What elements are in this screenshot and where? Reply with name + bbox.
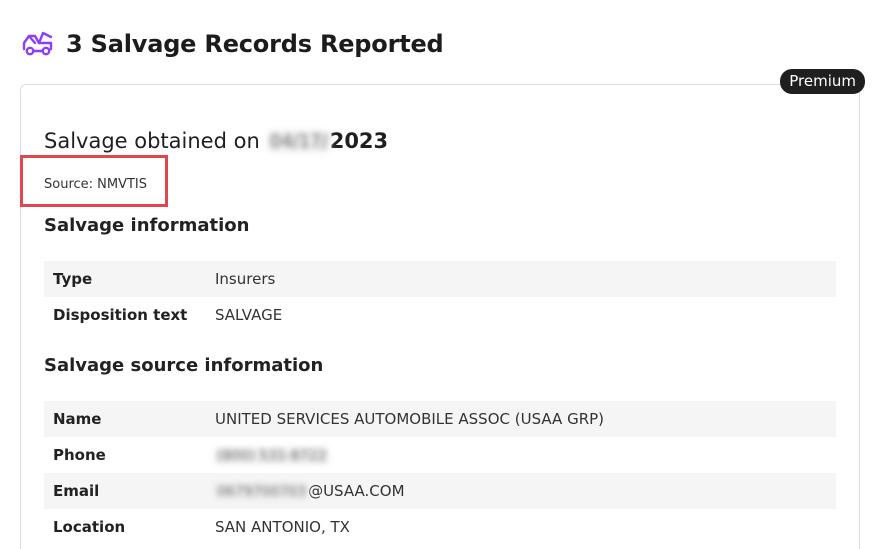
row-label: Disposition text bbox=[53, 306, 188, 324]
tow-truck-icon bbox=[20, 26, 56, 62]
row-value: (800) 531-8722 bbox=[215, 446, 329, 464]
source-info-title: Salvage source information bbox=[44, 355, 324, 376]
salvage-year: 2023 bbox=[329, 129, 389, 153]
row-value: UNITED SERVICES AUTOMOBILE ASSOC (USAA G… bbox=[215, 410, 605, 428]
table-row: Type Insurers bbox=[44, 261, 836, 297]
source-info-table: Name UNITED SERVICES AUTOMOBILE ASSOC (U… bbox=[44, 401, 836, 545]
table-row: Disposition text SALVAGE bbox=[44, 297, 836, 333]
salvage-record-card: Premium Salvage obtained on 04/17/ 2023 … bbox=[20, 69, 865, 549]
row-label: Phone bbox=[53, 446, 106, 464]
redacted-date: 04/17/ bbox=[267, 130, 330, 152]
table-row: Email 0679700703 @USAA.COM bbox=[44, 473, 836, 509]
source-label: Source: NMVTIS bbox=[44, 177, 148, 192]
redacted-phone: (800) 531-8722 bbox=[215, 448, 329, 464]
row-value: 0679700703 @USAA.COM bbox=[215, 482, 405, 500]
email-domain: @USAA.COM bbox=[308, 482, 405, 500]
salvage-date-heading: Salvage obtained on 04/17/ 2023 bbox=[44, 129, 388, 153]
redacted-email: 0679700703 bbox=[215, 484, 309, 500]
table-row: Location SAN ANTONIO, TX bbox=[44, 509, 836, 545]
row-label: Name bbox=[53, 410, 102, 428]
salvage-info-title: Salvage information bbox=[44, 215, 250, 236]
salvage-prefix: Salvage obtained on bbox=[44, 129, 260, 153]
salvage-info-table: Type Insurers Disposition text SALVAGE bbox=[44, 261, 836, 333]
records-header: 3 Salvage Records Reported bbox=[20, 26, 444, 62]
premium-badge: Premium bbox=[780, 69, 865, 94]
row-label: Location bbox=[53, 518, 126, 536]
row-label: Email bbox=[53, 482, 100, 500]
row-value: SALVAGE bbox=[215, 306, 283, 324]
records-title: 3 Salvage Records Reported bbox=[66, 30, 444, 58]
row-label: Type bbox=[53, 270, 93, 288]
row-value: SAN ANTONIO, TX bbox=[215, 518, 350, 536]
row-value: Insurers bbox=[215, 270, 276, 288]
page: 3 Salvage Records Reported Premium Salva… bbox=[0, 0, 880, 549]
table-row: Phone (800) 531-8722 bbox=[44, 437, 836, 473]
table-row: Name UNITED SERVICES AUTOMOBILE ASSOC (U… bbox=[44, 401, 836, 437]
